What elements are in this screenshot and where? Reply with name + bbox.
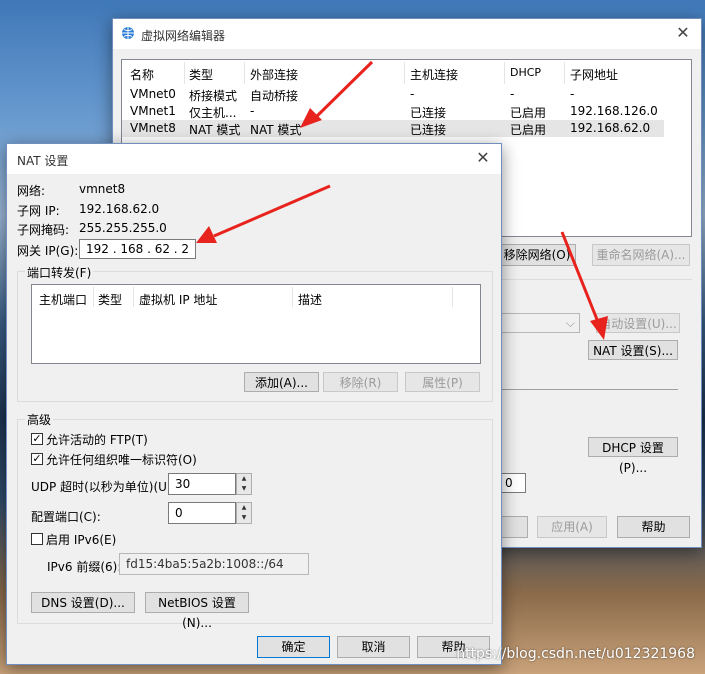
arrow-to-nat-settings-button xyxy=(560,231,608,340)
watermark-text: https://blog.csdn.net/u012321968 xyxy=(456,646,695,662)
annotation-arrows xyxy=(196,60,608,340)
arrow-to-nat-mode xyxy=(300,60,374,128)
arrow-to-gateway xyxy=(196,184,331,243)
